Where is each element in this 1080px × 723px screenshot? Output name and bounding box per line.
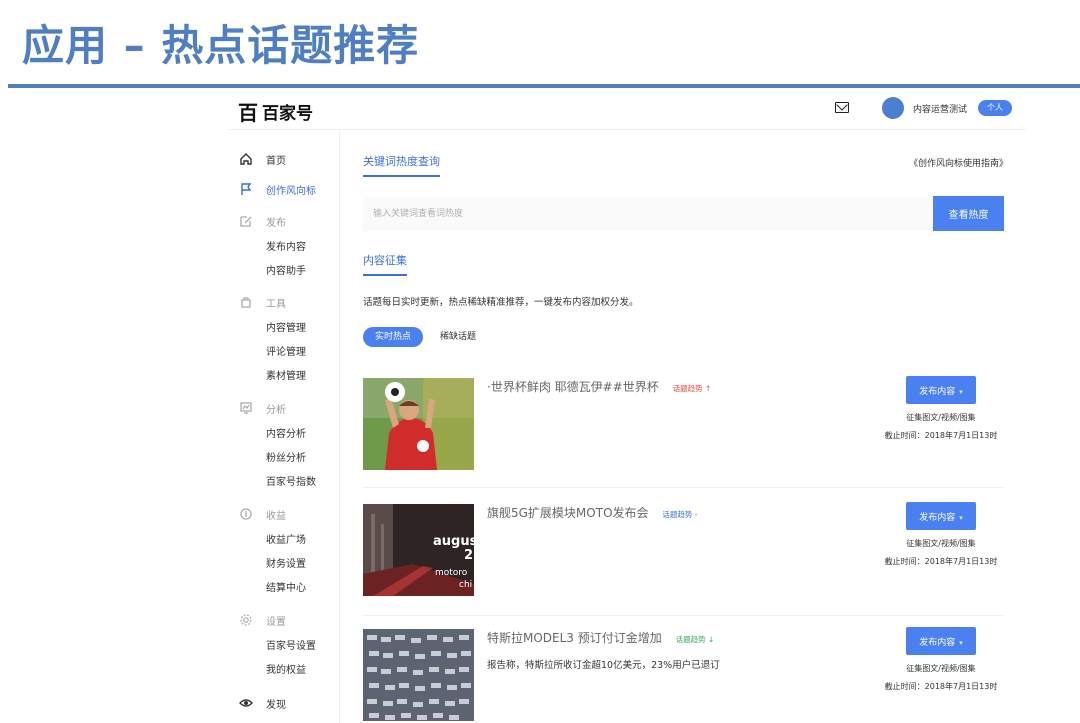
trend-indicator: 话题趋势 ↑ xyxy=(672,384,712,393)
sidebar-item-content-assistant[interactable]: 内容助手 xyxy=(266,264,306,280)
sidebar-item-label: 发现 xyxy=(266,699,286,711)
sidebar-group-income[interactable]: 收益 xyxy=(238,504,286,524)
publish-content-button[interactable]: 发布内容 ▾ xyxy=(906,502,976,530)
sidebar-item-material-mgmt[interactable]: 素材管理 xyxy=(266,369,306,385)
sidebar-item-comment-mgmt[interactable]: 评论管理 xyxy=(266,345,306,361)
sidebar-group-publish[interactable]: 发布 xyxy=(238,211,286,231)
flag-icon xyxy=(238,181,254,197)
sidebar-group-label: 设置 xyxy=(266,616,286,628)
username[interactable]: 内容运营测试 xyxy=(913,102,967,115)
publish-label: 发布内容 xyxy=(919,637,956,648)
topic-title-text: ·世界杯鲜肉 耶德瓦伊##世界杯 xyxy=(487,380,659,394)
topic-title-text: 特斯拉MODEL3 预订付订金增加 xyxy=(487,631,662,645)
logo-text: 百家号 xyxy=(262,104,313,124)
sidebar-item-label: 创作风向标 xyxy=(266,185,316,197)
topic-thumbnail[interactable]: augus 2 motoro chi xyxy=(363,504,474,596)
sidebar-item-label: 首页 xyxy=(266,155,286,167)
sidebar: 首页 创作风向标 发布 发布内容 内容助手 工具 内容管理 评论管理 素材管理 xyxy=(228,131,340,723)
collection-types: 征集图文/视频/图集 xyxy=(906,664,976,673)
topic-title[interactable]: 旗舰5G扩展模块MOTO发布会 话题趋势 - xyxy=(487,504,697,521)
trend-indicator: 话题趋势 ↓ xyxy=(675,635,715,644)
mail-icon[interactable] xyxy=(835,102,849,113)
check-heat-button[interactable]: 查看热度 xyxy=(933,196,1004,231)
row-divider xyxy=(363,615,1004,616)
chart-icon xyxy=(238,400,254,416)
thumbnail-caption: motoro xyxy=(435,568,468,578)
publish-content-button[interactable]: 发布内容 ▾ xyxy=(906,376,976,404)
sidebar-item-bjh-index[interactable]: 百家号指数 xyxy=(266,475,316,491)
publish-label: 发布内容 xyxy=(919,386,956,397)
row-divider xyxy=(363,487,1004,488)
trend-indicator: 话题趋势 - xyxy=(662,510,698,519)
deadline: 截止时间：2018年7月1日13时 xyxy=(884,557,998,566)
deadline: 截止时间：2018年7月1日13时 xyxy=(884,682,998,691)
topic-thumbnail[interactable] xyxy=(363,629,474,721)
sidebar-group-analytics[interactable]: 分析 xyxy=(238,398,286,418)
baijiahao-app: 百 百家号 内容运营测试 个人 首页 创作风向标 发布 发布内容 内容助手 工具… xyxy=(228,90,1026,723)
home-icon xyxy=(238,151,254,167)
topic-item: augus 2 motoro chi 旗舰5G扩展模块MOTO发布会 话题趋势 … xyxy=(363,502,1004,614)
logo-icon: 百 xyxy=(238,101,258,125)
sidebar-item-home[interactable]: 首页 xyxy=(238,149,286,169)
sidebar-group-label: 工具 xyxy=(266,298,286,310)
slide-title: 应用 – 热点话题推荐 xyxy=(22,21,420,70)
tab-content-collection[interactable]: 内容征集 xyxy=(363,252,407,276)
main-content: 关键词热度查询 《创作风向标使用指南》 查看热度 内容征集 话题每日实时更新，热… xyxy=(363,131,1008,723)
topic-item: 特斯拉MODEL3 预订付订金增加 话题趋势 ↓ 报告称，特斯拉所收订金超10亿… xyxy=(363,627,1004,723)
sidebar-item-bjh-settings[interactable]: 百家号设置 xyxy=(266,639,316,655)
sidebar-group-label: 收益 xyxy=(266,510,286,522)
thumbnail-caption: 2 xyxy=(464,548,474,563)
sidebar-item-my-rights[interactable]: 我的权益 xyxy=(266,663,306,679)
topic-summary: 报告称，特斯拉所收订金超10亿美元，23%用户已退订 xyxy=(487,660,720,671)
gear-icon xyxy=(238,612,254,628)
publish-label: 发布内容 xyxy=(919,512,956,523)
coin-icon xyxy=(238,506,254,522)
sidebar-group-settings[interactable]: 设置 xyxy=(238,610,286,630)
sidebar-item-fans-analysis[interactable]: 粉丝分析 xyxy=(266,451,306,467)
sidebar-item-settlement[interactable]: 结算中心 xyxy=(266,581,306,597)
thumbnail-caption: augus xyxy=(433,534,474,549)
keyword-search-input[interactable] xyxy=(363,197,933,231)
collection-types: 征集图文/视频/图集 xyxy=(906,413,976,422)
sidebar-item-publish-content[interactable]: 发布内容 xyxy=(266,240,306,256)
filter-realtime-hot[interactable]: 实时热点 xyxy=(363,327,423,347)
sidebar-item-content-analysis[interactable]: 内容分析 xyxy=(266,427,306,443)
topic-title[interactable]: ·世界杯鲜肉 耶德瓦伊##世界杯 话题趋势 ↑ xyxy=(487,378,711,395)
topic-item: ·世界杯鲜肉 耶德瓦伊##世界杯 话题趋势 ↑ 发布内容 ▾ 征集图文/视频/图集… xyxy=(363,376,1004,488)
tab-keyword-heat[interactable]: 关键词热度查询 xyxy=(363,153,440,177)
sidebar-group-label: 分析 xyxy=(266,404,286,416)
top-bar: 百 百家号 内容运营测试 个人 xyxy=(228,90,1026,130)
sidebar-item-trend[interactable]: 创作风向标 xyxy=(238,179,316,199)
slide-divider xyxy=(8,84,1080,88)
avatar[interactable] xyxy=(882,97,904,119)
account-type-badge: 个人 xyxy=(978,100,1012,116)
edit-icon xyxy=(238,213,254,229)
chevron-down-icon: ▾ xyxy=(959,638,963,647)
topic-thumbnail[interactable] xyxy=(363,378,474,470)
sidebar-item-discover[interactable]: 发现 xyxy=(238,693,286,713)
topic-title[interactable]: 特斯拉MODEL3 预订付订金增加 话题趋势 ↓ xyxy=(487,629,714,646)
deadline: 截止时间：2018年7月1日13时 xyxy=(884,431,998,440)
filter-scarce-topics[interactable]: 稀缺话题 xyxy=(440,327,476,347)
sidebar-group-label: 发布 xyxy=(266,217,286,229)
guide-link[interactable]: 《创作风向标使用指南》 xyxy=(909,156,1008,169)
publish-content-button[interactable]: 发布内容 ▾ xyxy=(906,627,976,655)
chevron-down-icon: ▾ xyxy=(959,513,963,522)
collection-types: 征集图文/视频/图集 xyxy=(906,539,976,548)
toolbox-icon xyxy=(238,294,254,310)
sidebar-item-finance-settings[interactable]: 财务设置 xyxy=(266,557,306,573)
chevron-down-icon: ▾ xyxy=(959,387,963,396)
sidebar-item-income-plaza[interactable]: 收益广场 xyxy=(266,533,306,549)
logo[interactable]: 百 百家号 xyxy=(238,97,313,126)
thumbnail-caption: chi xyxy=(459,580,473,590)
sidebar-item-content-mgmt[interactable]: 内容管理 xyxy=(266,321,306,337)
sidebar-group-tools[interactable]: 工具 xyxy=(238,292,286,312)
topic-title-text: 旗舰5G扩展模块MOTO发布会 xyxy=(487,506,649,520)
collection-description: 话题每日实时更新，热点稀缺精准推荐，一键发布内容加权分发。 xyxy=(363,297,639,308)
eye-icon xyxy=(238,695,254,711)
